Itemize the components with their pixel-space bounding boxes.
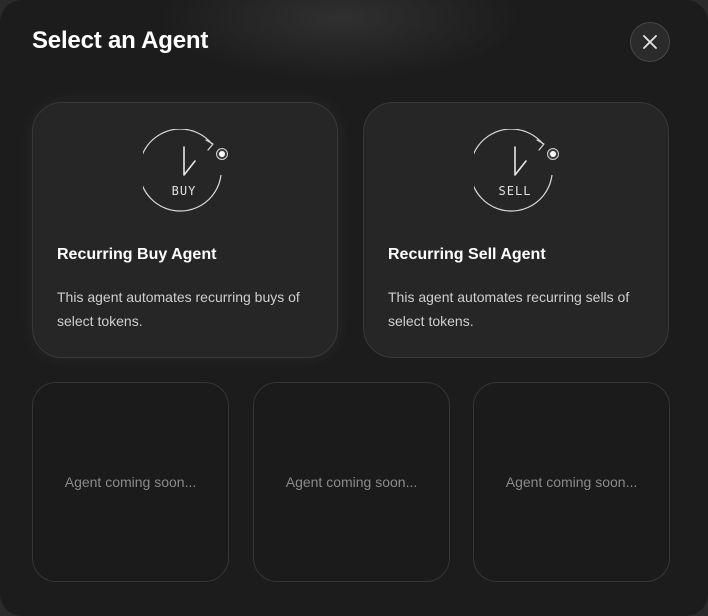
recurring-clock-buy-icon: BUY bbox=[143, 129, 228, 212]
recurring-clock-sell-icon: SELL bbox=[474, 129, 559, 212]
coming-soon-label: Agent coming soon... bbox=[64, 474, 197, 490]
coming-soon-card: Agent coming soon... bbox=[473, 382, 670, 582]
coming-soon-label: Agent coming soon... bbox=[505, 474, 638, 490]
close-button[interactable] bbox=[630, 22, 670, 62]
card-title: Recurring Sell Agent bbox=[388, 246, 546, 263]
recurring-sell-agent-card[interactable]: SELL Recurring Sell Agent This agent aut… bbox=[363, 102, 669, 358]
coming-soon-card: Agent coming soon... bbox=[32, 382, 229, 582]
card-description: This agent automates recurring buys of s… bbox=[57, 289, 300, 329]
close-icon bbox=[643, 35, 657, 49]
card-title: Recurring Buy Agent bbox=[57, 246, 217, 263]
coming-soon-card: Agent coming soon... bbox=[253, 382, 450, 582]
coming-soon-label: Agent coming soon... bbox=[285, 474, 418, 490]
modal-title: Select an Agent bbox=[32, 27, 209, 54]
buy-icon-label: BUY bbox=[172, 184, 197, 198]
sell-icon-label: SELL bbox=[499, 184, 532, 198]
card-description: This agent automates recurring sells of … bbox=[388, 289, 630, 329]
agent-selection-modal: Select an Agent BUY Recurring Buy Agent … bbox=[0, 0, 708, 616]
recurring-buy-agent-card[interactable]: BUY Recurring Buy Agent This agent autom… bbox=[32, 102, 338, 358]
